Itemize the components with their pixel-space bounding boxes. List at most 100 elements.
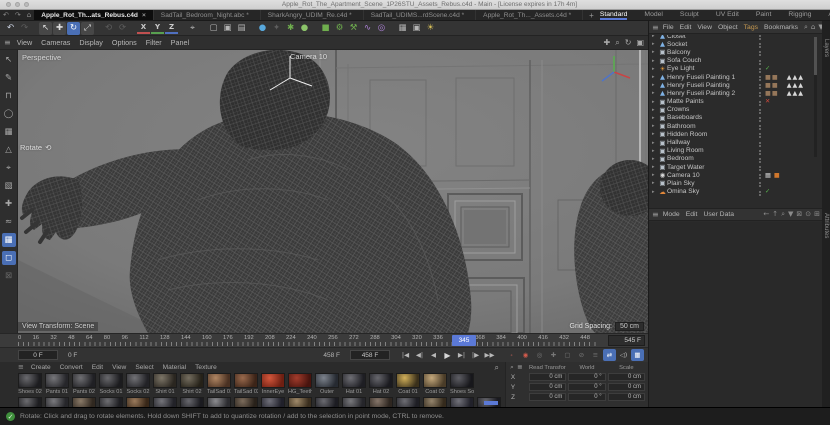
- viewport-solo-icon[interactable]: ✚: [2, 197, 16, 211]
- object-name[interactable]: Omina Sky: [667, 188, 755, 195]
- rotation-field[interactable]: 0 °: [568, 393, 606, 401]
- material-thumbnail[interactable]: [315, 397, 339, 407]
- visibility-dots[interactable]: [755, 125, 765, 128]
- object-row[interactable]: ▸ Bedroom: [649, 155, 817, 163]
- object-row[interactable]: ▸ Matte Paints: [649, 98, 817, 106]
- object-name[interactable]: Hidden Room: [667, 131, 755, 138]
- object-manager-menu-item[interactable]: File: [663, 24, 674, 31]
- layout-tab[interactable]: Paint: [756, 10, 772, 20]
- spline-pen-icon[interactable]: ∿: [361, 22, 374, 35]
- object-name[interactable]: Henry Fuseli Painting 2: [667, 90, 755, 97]
- viewport-menu-item[interactable]: Options: [112, 38, 137, 47]
- sound-icon[interactable]: ◁): [617, 349, 630, 361]
- pan-view-icon[interactable]: ✚: [604, 38, 611, 48]
- material-thumbnail[interactable]: [153, 397, 177, 407]
- viewport-menu-item[interactable]: Cameras: [41, 38, 70, 47]
- start-frame-field[interactable]: 0 F: [18, 350, 58, 360]
- view-label[interactable]: Perspective: [22, 53, 61, 62]
- material-item[interactable]: Outer: [315, 373, 339, 395]
- autokey-icon[interactable]: ◉: [519, 349, 532, 361]
- grid-spacing-value[interactable]: 50 cm: [614, 322, 644, 331]
- layout-tab[interactable]: Model: [644, 10, 663, 20]
- material-item[interactable]: Shoes 02: [18, 373, 42, 395]
- prev-key-icon[interactable]: ◀|: [413, 349, 426, 361]
- material-thumbnail[interactable]: [261, 397, 285, 407]
- material-thumbnail[interactable]: [18, 373, 42, 388]
- visibility-dots[interactable]: [755, 141, 765, 144]
- material-thumbnail[interactable]: [207, 397, 231, 407]
- material-thumbnail[interactable]: [153, 373, 177, 388]
- material-item[interactable]: Pants 01: [45, 373, 69, 395]
- material-item[interactable]: Hat 02: [369, 373, 393, 395]
- key-position-icon[interactable]: ◎: [533, 349, 546, 361]
- material-thumbnail[interactable]: [396, 373, 420, 388]
- visibility-dots[interactable]: [755, 100, 765, 103]
- material-thumbnail[interactable]: [45, 397, 69, 407]
- rotation-field[interactable]: 0 °: [568, 383, 606, 391]
- coord-system-icon[interactable]: ⌖: [186, 22, 199, 35]
- object-name[interactable]: Socket: [667, 41, 755, 48]
- object-name[interactable]: Balcony: [667, 49, 755, 56]
- material-thumbnail[interactable]: [450, 397, 474, 407]
- spline-primitive-icon[interactable]: ◎: [375, 22, 388, 35]
- material-item[interactable]: Socks 02: [126, 373, 150, 395]
- axis-lock-y[interactable]: Y: [151, 23, 164, 34]
- object-row[interactable]: ▸ Crowns: [649, 106, 817, 114]
- material-tool-icon[interactable]: ✦: [270, 22, 283, 35]
- material-thumbnail[interactable]: [180, 373, 204, 388]
- key-rotation-icon[interactable]: ▢: [561, 349, 574, 361]
- menu-icon[interactable]: ≡: [18, 363, 24, 371]
- object-row[interactable]: ▸ Camera 10: [649, 171, 817, 179]
- object-manager-menu-item[interactable]: Bookmarks: [764, 24, 798, 31]
- object-row[interactable]: ▸ Plain Sky: [649, 179, 817, 187]
- material-item[interactable]: Shirt 01: [153, 373, 177, 395]
- list-icon[interactable]: ≣: [516, 363, 524, 372]
- object-row[interactable]: ▸ Henry Fuseli Painting 1: [649, 73, 817, 81]
- traffic-lights[interactable]: [6, 2, 29, 7]
- object-manager-menu-item[interactable]: Edit: [680, 24, 692, 31]
- model-mode-icon[interactable]: ✎: [2, 71, 16, 85]
- live-selection-icon[interactable]: ↖: [39, 21, 52, 35]
- forward-icon[interactable]: ↷: [12, 11, 24, 19]
- visibility-dots[interactable]: [755, 182, 765, 185]
- coordinate-header[interactable]: Read Transform: [529, 365, 566, 371]
- material-menu-item[interactable]: Select: [135, 364, 153, 371]
- document-tab[interactable]: SharkAngry_UDIM_Re.c4d *: [261, 10, 364, 20]
- render-picture-viewer-icon[interactable]: ▣: [221, 22, 234, 35]
- position-field[interactable]: 0 cm: [529, 373, 567, 381]
- object-manager-menu-item[interactable]: Tags: [744, 24, 758, 31]
- attribute-menu-item[interactable]: Edit: [686, 211, 698, 218]
- material-item[interactable]: TailSad 02: [234, 373, 258, 395]
- material-menu-item[interactable]: View: [112, 364, 126, 371]
- search-icon[interactable]: ⌕: [495, 363, 499, 373]
- menu-icon[interactable]: ≡: [652, 23, 659, 32]
- redo-icon[interactable]: ↷: [18, 22, 31, 35]
- visibility-dots[interactable]: [755, 92, 765, 95]
- object-name[interactable]: Baseboards: [667, 114, 755, 121]
- visibility-dots[interactable]: [755, 116, 765, 119]
- material-item[interactable]: HG_Teeth: [288, 373, 312, 395]
- snapping-toggle-icon[interactable]: ▦: [1, 233, 16, 247]
- attribute-menu-item[interactable]: User Data: [703, 211, 734, 218]
- object-name[interactable]: Bathroom: [667, 123, 755, 130]
- render-settings-icon[interactable]: ▤: [235, 22, 248, 35]
- dock-tab-layers[interactable]: Layers: [823, 39, 829, 57]
- axis-lock-x[interactable]: X: [137, 23, 150, 34]
- object-manager-menu-item[interactable]: Object: [718, 24, 738, 31]
- material-item[interactable]: Hat 01: [342, 373, 366, 395]
- back-icon[interactable]: ↶: [0, 11, 12, 19]
- material-thumbnail[interactable]: [288, 373, 312, 388]
- layout-tab[interactable]: UV Edit: [716, 10, 739, 20]
- toggle-view-icon[interactable]: ▣: [636, 38, 644, 48]
- visibility-dots[interactable]: [755, 84, 765, 87]
- points-mode-icon[interactable]: ▦: [2, 125, 16, 139]
- object-manager-menu-item[interactable]: View: [697, 24, 712, 31]
- object-tags[interactable]: [765, 90, 817, 97]
- playhead[interactable]: 345: [452, 335, 476, 346]
- expand-icon[interactable]: ⊞: [814, 210, 820, 219]
- object-tags[interactable]: [765, 74, 817, 81]
- visibility-dots[interactable]: [755, 166, 765, 169]
- close-window-icon[interactable]: [6, 2, 11, 7]
- visibility-dots[interactable]: [755, 35, 765, 38]
- prev-frame-icon[interactable]: ◀: [427, 349, 440, 361]
